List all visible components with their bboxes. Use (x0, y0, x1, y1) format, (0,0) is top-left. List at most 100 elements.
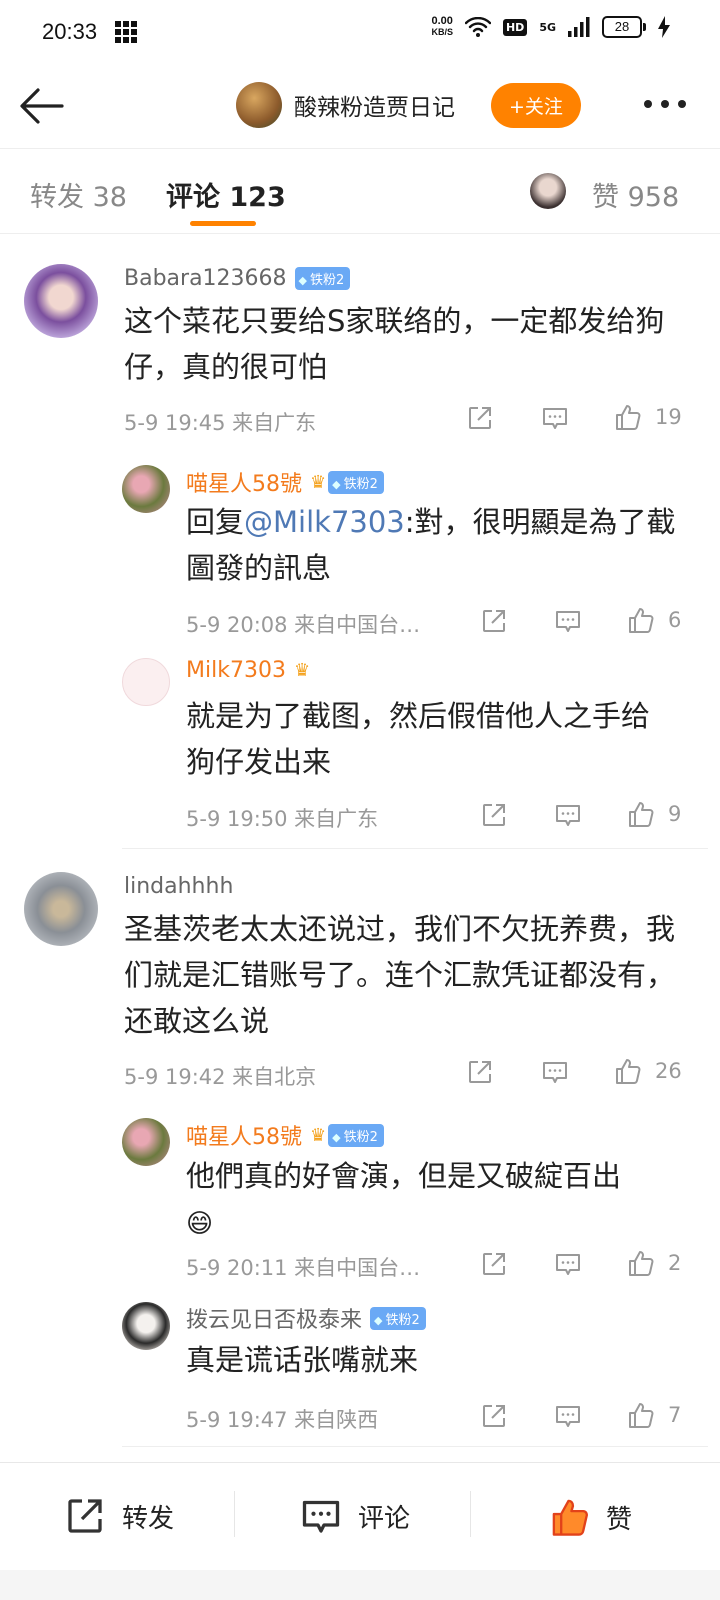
status-time: 20:33 (42, 19, 98, 44)
reply-body: 他們真的好會演，但是又破綻百出 (186, 1159, 622, 1193)
like-button[interactable]: 2 (626, 1248, 681, 1278)
signal-type: 5G (539, 20, 556, 34)
like-button[interactable]: 26 (613, 1056, 682, 1086)
nav-bar: 酸辣粉造贾日记 +关注 (0, 64, 720, 149)
reply-text: 回复@Milk7303:對，很明顯是為了截圖發的訊息 (186, 499, 676, 591)
reply-button[interactable] (554, 1250, 582, 1278)
avatar[interactable] (122, 1302, 170, 1350)
net-speed-value: 0.00 (431, 15, 453, 27)
thumbs-up-icon (626, 1400, 656, 1430)
username-text[interactable]: Milk7303 (186, 658, 286, 683)
tab-repost[interactable]: 转发 38 (30, 175, 127, 214)
share-button[interactable] (480, 801, 508, 829)
share-icon (68, 1499, 102, 1533)
app-grid-icon (115, 21, 138, 43)
net-speed: 0.00 KB/S (431, 16, 453, 38)
battery-icon: 28 (602, 16, 646, 38)
share-button[interactable] (466, 404, 494, 432)
wifi-icon (464, 17, 491, 37)
charging-icon (658, 16, 670, 38)
comment-meta: 5-9 19:45 来自广东 (124, 411, 317, 435)
share-button[interactable] (466, 1058, 494, 1086)
fan-badge: 铁粉2 (294, 267, 351, 290)
comment-text: 这个菜花只要给S家联络的，一定都发给狗仔，真的很可怕 (124, 304, 665, 384)
hd-badge: HD (502, 18, 528, 36)
like-count: 7 (668, 1403, 682, 1427)
reply-button[interactable] (554, 607, 582, 635)
like-button[interactable]: 19 (613, 402, 682, 432)
fan-badge: 铁粉2 (370, 1306, 426, 1330)
repost-button[interactable]: 转发 (62, 1495, 174, 1537)
reply-button[interactable] (541, 1058, 569, 1086)
reply-text: 真是谎话张嘴就来 (186, 1343, 419, 1377)
reply-prefix: 回复 (186, 505, 245, 539)
comment-username[interactable]: Babara123668 铁粉2 (124, 266, 351, 291)
thumbs-up-icon (626, 605, 656, 635)
reply-button[interactable] (554, 1402, 582, 1430)
crown-icon: ♛ (293, 660, 311, 681)
avatar[interactable] (24, 264, 98, 338)
reply-meta: 5-9 19:47 来自陕西 (186, 1408, 379, 1432)
divider (122, 848, 708, 849)
thumbs-up-icon (626, 799, 656, 829)
share-button[interactable] (480, 1402, 508, 1430)
username-text[interactable]: 喵星人58號 (186, 466, 302, 498)
comment-icon (554, 1250, 582, 1278)
share-button[interactable] (480, 1250, 508, 1278)
username-text[interactable]: 拨云见日否极泰来 (186, 1302, 362, 1334)
reply-meta: 5-9 20:11 来自中国台… (186, 1256, 421, 1280)
comment-icon (541, 1058, 569, 1086)
back-arrow-icon[interactable] (18, 84, 66, 128)
reply-button[interactable] (554, 801, 582, 829)
avatar[interactable] (122, 1118, 170, 1166)
repost-label[interactable]: 转发 (122, 1498, 174, 1535)
reply-button[interactable] (541, 404, 569, 432)
gesture-bar (0, 1570, 720, 1600)
comment-button[interactable]: 评论 (298, 1495, 410, 1537)
follow-button[interactable]: +关注 (491, 82, 581, 128)
comment-username[interactable]: lindahhhh (124, 874, 233, 899)
like-count: 6 (668, 608, 682, 632)
reply-username[interactable]: 拨云见日否极泰来 铁粉2 (186, 1302, 426, 1334)
thumbs-up-icon (552, 1499, 588, 1536)
like-post-button[interactable]: 赞 (548, 1495, 632, 1539)
like-button[interactable]: 6 (626, 605, 681, 635)
like-count: 26 (655, 1059, 682, 1083)
avatar[interactable] (122, 658, 170, 706)
share-button[interactable] (480, 607, 508, 635)
like-button[interactable]: 9 (626, 799, 681, 829)
reply-username[interactable]: 喵星人58號 ♛ 铁粉2 (186, 466, 384, 498)
reply-username[interactable]: 喵星人58號 ♛ 铁粉2 (186, 1119, 384, 1151)
share-icon (480, 1250, 508, 1278)
fan-badge: 铁粉2 (328, 1123, 384, 1147)
avatar[interactable] (24, 872, 98, 946)
page-title[interactable]: 酸辣粉造贾日记 (294, 88, 455, 122)
liker-avatar[interactable] (530, 173, 566, 209)
comment-label[interactable]: 评论 (358, 1498, 410, 1535)
username-text[interactable]: Babara123668 (124, 266, 287, 291)
avatar[interactable] (122, 465, 170, 513)
username-text[interactable]: lindahhhh (124, 874, 233, 899)
laugh-emoji-icon: 😄 (186, 1209, 214, 1239)
divider (470, 1491, 471, 1537)
comment-meta: 5-9 19:42 来自北京 (124, 1065, 317, 1089)
more-options-icon[interactable] (644, 100, 686, 108)
comment-icon (554, 1402, 582, 1430)
divider (122, 1446, 708, 1447)
reply-username[interactable]: Milk7303 ♛ (186, 658, 310, 683)
battery-level: 28 (602, 16, 642, 38)
reply-meta: 5-9 20:08 来自中国台… (186, 613, 421, 637)
thumbs-up-icon (613, 402, 643, 432)
like-count: 19 (655, 405, 682, 429)
comment-icon (541, 404, 569, 432)
thumbs-up-icon (626, 1248, 656, 1278)
like-label[interactable]: 赞 (606, 1499, 632, 1536)
author-avatar[interactable] (236, 82, 282, 128)
comment-icon (302, 1500, 340, 1533)
like-button[interactable]: 7 (626, 1400, 681, 1430)
tab-likes[interactable]: 赞 958 (592, 175, 679, 214)
comment-icon (554, 607, 582, 635)
reply-meta: 5-9 19:50 来自广东 (186, 807, 379, 831)
mention-link[interactable]: @Milk7303 (244, 505, 405, 539)
username-text[interactable]: 喵星人58號 (186, 1119, 302, 1151)
